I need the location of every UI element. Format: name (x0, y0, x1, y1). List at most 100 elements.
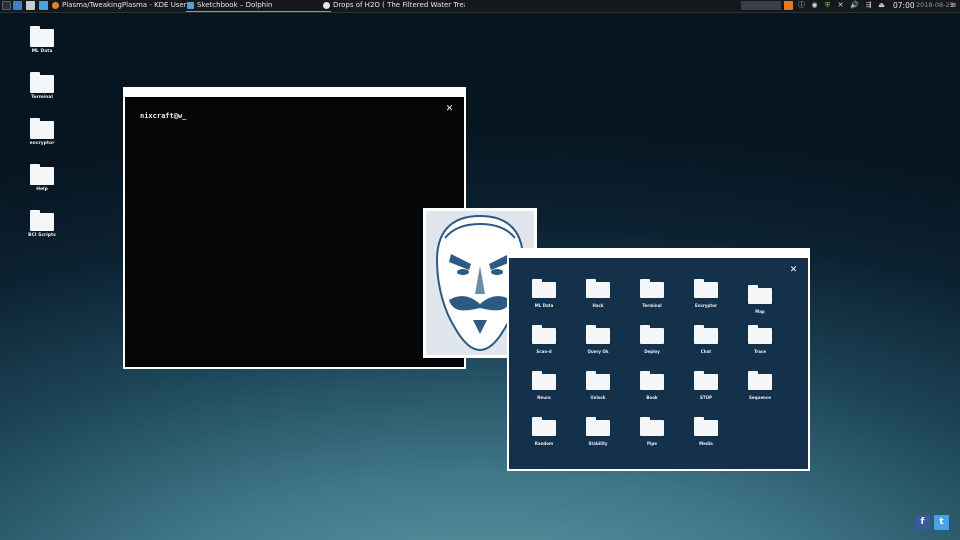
record-icon[interactable]: ◉ (810, 1, 819, 10)
folder-icon (748, 285, 772, 304)
folder-icon (30, 164, 54, 185)
folder-icon (30, 72, 54, 93)
file-item[interactable]: Random (519, 417, 569, 446)
folder-icon (748, 371, 772, 390)
desktop-icon[interactable]: encryptor (22, 118, 62, 147)
file-item[interactable]: Encryptor (681, 279, 731, 308)
desktop-icon[interactable]: Terminal (22, 72, 62, 101)
volume-icon[interactable]: 🔊 (850, 1, 859, 10)
close-icon[interactable]: ✕ (789, 266, 798, 275)
task-label: Plasma/TweakingPlasma - KDE UserBase Wik… (62, 1, 194, 9)
folder-icon (30, 210, 54, 231)
task-label: Drops of H2O ( The Filtered Water Treatm… (333, 1, 465, 9)
file-item[interactable]: Hack (573, 279, 623, 308)
network-icon[interactable]: ⏏ (877, 1, 886, 10)
dolphin-icon (187, 2, 194, 9)
file-item[interactable]: STOP (681, 371, 731, 400)
file-item[interactable]: Scan-d (519, 325, 569, 354)
folder-icon (640, 279, 664, 298)
file-item-label: STOP (700, 395, 712, 400)
file-item-label: Pipe (647, 441, 657, 446)
folder-icon (640, 371, 664, 390)
panel-menu-icon[interactable]: ≡ (949, 1, 958, 10)
usb-icon[interactable]: ⇶ (864, 1, 873, 10)
desktop-icon-label: ML Data (31, 49, 53, 54)
task-plasma-wiki[interactable]: Plasma/TweakingPlasma - KDE UserBase Wik… (51, 0, 194, 11)
terminal-prompt[interactable]: nixcraft@w_ (140, 112, 186, 120)
file-item[interactable]: Terminal (627, 279, 677, 308)
file-item-label: Chat (700, 349, 712, 354)
tools-icon[interactable]: ✕ (836, 1, 845, 10)
file-item-label: Media (699, 441, 713, 446)
file-item[interactable]: Unlock (573, 371, 623, 400)
system-monitor-widget[interactable] (741, 1, 781, 10)
file-manager-icon[interactable] (26, 1, 35, 10)
close-icon[interactable]: ✕ (445, 105, 454, 114)
file-item[interactable]: Map (735, 285, 785, 314)
file-item-label: Unlock (590, 395, 606, 400)
vlc-icon[interactable] (784, 1, 793, 10)
file-item[interactable]: Chat (681, 325, 731, 354)
folder-icon (586, 371, 610, 390)
file-item[interactable]: Deploy (627, 325, 677, 354)
desktop-icon[interactable]: Help (22, 164, 62, 193)
show-desktop-icon[interactable] (2, 1, 11, 10)
folder-icon (586, 279, 610, 298)
file-item[interactable]: Trace (735, 325, 785, 354)
file-item-label: Deploy (644, 349, 660, 354)
file-item[interactable]: Book (627, 371, 677, 400)
file-item[interactable]: ML Data (519, 279, 569, 308)
file-item-label: Neuro (537, 395, 551, 400)
app-launcher-icon[interactable] (13, 1, 22, 10)
browser-icon[interactable] (39, 1, 48, 10)
file-item[interactable]: Neuro (519, 371, 569, 400)
file-item[interactable]: Query Ok (573, 325, 623, 354)
file-item-label: Random (534, 441, 554, 446)
file-item-label: Stability (588, 441, 608, 446)
file-item[interactable]: Stability (573, 417, 623, 446)
folder-icon (694, 325, 718, 344)
task-label: Sketchbook – Dolphin (197, 1, 273, 9)
facebook-icon[interactable]: f (915, 515, 930, 530)
desktop-icon-label: BCI Scripts (28, 233, 56, 238)
info-icon[interactable]: ⓘ (797, 1, 806, 10)
media-player-icon (323, 2, 330, 9)
file-item[interactable]: Sequence (735, 371, 785, 400)
folder-icon (748, 325, 772, 344)
folder-icon (694, 371, 718, 390)
task-drops-h2o[interactable]: Drops of H2O ( The Filtered Water Treatm… (322, 0, 465, 11)
folder-icon (640, 417, 664, 436)
shield-icon[interactable]: ⛨ (823, 1, 832, 10)
file-item-label: ML Data (534, 303, 554, 308)
desktop-icon-label: encryptor (29, 141, 55, 146)
folder-icon (30, 26, 54, 47)
folder-icon (694, 417, 718, 436)
twitter-icon[interactable]: t (934, 515, 949, 530)
folder-icon (532, 371, 556, 390)
folder-icon (640, 325, 664, 344)
folder-icon (586, 417, 610, 436)
file-item[interactable]: Pipe (627, 417, 677, 446)
file-item-label: Trace (753, 349, 767, 354)
desktop-icon[interactable]: ML Data (22, 26, 62, 55)
folder-icon (694, 279, 718, 298)
desktop-icon-label: Help (36, 187, 48, 192)
file-item-label: Query Ok (587, 349, 609, 354)
file-manager-window[interactable]: ✕ ML Data Hack Terminal Encryptor Map Scan-d Q… (507, 248, 810, 471)
file-item-label: Encryptor (694, 303, 718, 308)
file-item-label: Sequence (749, 395, 771, 400)
folder-icon (586, 325, 610, 344)
terminal-window[interactable]: nixcraft@w_ ✕ (123, 87, 466, 369)
clock[interactable]: 07:00 (893, 0, 915, 11)
file-item[interactable]: Media (681, 417, 731, 446)
desktop-icon[interactable]: BCI Scripts (22, 210, 62, 239)
task-dolphin[interactable]: Sketchbook – Dolphin (186, 0, 331, 12)
firefox-icon (52, 2, 59, 9)
folder-icon (30, 118, 54, 139)
terminal-body[interactable]: nixcraft@w_ ✕ (125, 97, 464, 367)
desktop-icon-label: Terminal (31, 95, 53, 100)
folder-icon (532, 279, 556, 298)
file-manager-body[interactable]: ✕ ML Data Hack Terminal Encryptor Map Scan-d Q… (509, 258, 808, 469)
file-item-label: Terminal (642, 303, 662, 308)
file-item-label: Book (646, 395, 658, 400)
